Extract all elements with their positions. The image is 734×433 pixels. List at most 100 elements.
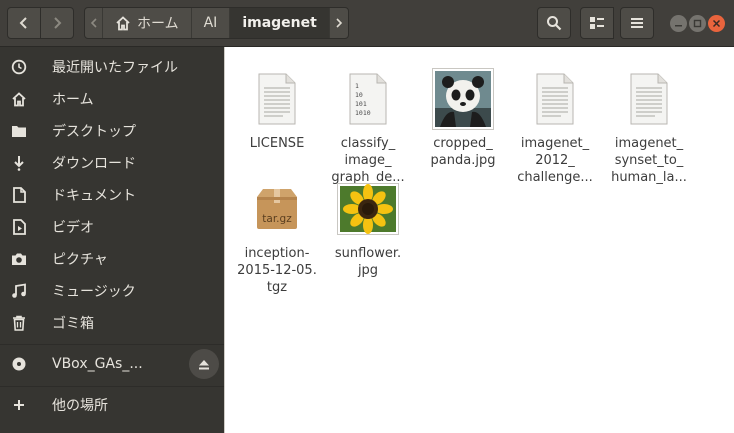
search-button[interactable]: [537, 7, 571, 39]
minimize-button[interactable]: [670, 15, 687, 32]
hamburger-menu-icon: [631, 18, 643, 28]
breadcrumb-imagenet[interactable]: imagenet: [230, 8, 330, 38]
view-options-button[interactable]: [580, 7, 614, 39]
file-name: imagenet_ 2012_ challenge...: [513, 135, 597, 186]
sidebar-item-recent[interactable]: 最近開いたファイル: [0, 51, 224, 83]
file-name-line: classify_: [340, 136, 396, 151]
file-name: sunflower. jpg: [326, 245, 410, 279]
chevron-left-icon: [19, 17, 27, 29]
breadcrumb-home-label: ホーム: [137, 16, 179, 32]
sidebar-item-label: ダウンロード: [52, 156, 136, 172]
sidebar-item-label: ビデオ: [52, 220, 94, 236]
svg-text:101: 101: [355, 100, 367, 108]
recent-icon: [10, 58, 28, 76]
scroll-left-icon: [90, 18, 97, 28]
back-button[interactable]: [7, 7, 41, 39]
sidebar-item-desktop[interactable]: デスクトップ: [0, 115, 224, 147]
file-name-line: 2015-12-05.: [237, 263, 317, 278]
file-name-line: cropped_: [433, 136, 493, 151]
sidebar: 最近開いたファイル ホーム デスクトップ ダウンロード ドキュメント ビデオ ピ…: [0, 47, 224, 433]
sidebar-item-label: VBox_GAs_...: [52, 356, 143, 372]
file-name: inception- 2015-12-05. tgz: [235, 245, 319, 296]
sidebar-item-videos[interactable]: ビデオ: [0, 211, 224, 243]
text-file-icon: [523, 67, 587, 131]
disc-icon: [10, 355, 28, 373]
maximize-icon: [693, 19, 702, 28]
sidebar-item-home[interactable]: ホーム: [0, 83, 224, 115]
file-name-line: sunflower.: [334, 246, 402, 261]
file-name: cropped_ panda.jpg: [421, 135, 505, 169]
file-name-line: image_: [344, 153, 392, 168]
sidebar-item-label: ゴミ箱: [52, 316, 94, 332]
sidebar-item-label: 最近開いたファイル: [52, 60, 178, 76]
download-icon: [10, 154, 28, 172]
file-name-line: human_la...: [611, 170, 687, 185]
file-item[interactable]: cropped_ panda.jpg: [421, 67, 505, 169]
breadcrumb-ai[interactable]: AI: [192, 8, 231, 38]
sidebar-item-label: 他の場所: [52, 398, 108, 414]
breadcrumb-scroll-left[interactable]: [85, 8, 103, 38]
sidebar-item-label: ミュージック: [52, 284, 136, 300]
close-button[interactable]: [708, 15, 725, 32]
file-name-line: tgz: [266, 280, 288, 295]
sidebar-item-downloads[interactable]: ダウンロード: [0, 147, 224, 179]
maximize-button[interactable]: [689, 15, 706, 32]
file-item[interactable]: LICENSE: [235, 67, 319, 152]
svg-text:1: 1: [355, 82, 359, 90]
file-item[interactable]: tar.gz inception- 2015-12-05. tgz: [235, 177, 319, 296]
file-name: imagenet_ synset_to_ human_la...: [607, 135, 691, 186]
file-name-line: imagenet_: [520, 136, 590, 151]
view-options-icon: [590, 17, 604, 29]
sidebar-item-music[interactable]: ミュージック: [0, 275, 224, 307]
sidebar-item-label: デスクトップ: [52, 124, 136, 140]
sidebar-item-label: ホーム: [52, 92, 94, 108]
menu-button[interactable]: [620, 7, 654, 39]
breadcrumb-imagenet-label: imagenet: [242, 15, 317, 31]
eject-icon: [199, 359, 209, 369]
camera-icon: [10, 250, 28, 268]
file-name-line: panda.jpg: [430, 153, 496, 168]
breadcrumb-scroll-right[interactable]: [330, 8, 348, 38]
file-name-line: LICENSE: [249, 136, 305, 151]
file-view: LICENSE 1 10 101 1010 classify_ image_ g…: [224, 47, 734, 433]
sunflower-thumbnail: [336, 177, 400, 241]
eject-button[interactable]: [189, 349, 219, 379]
text-file-icon: [617, 67, 681, 131]
file-item[interactable]: sunflower. jpg: [326, 177, 410, 279]
sidebar-item-label: ピクチャ: [52, 252, 108, 268]
header-bar: ホーム AI imagenet: [0, 0, 734, 47]
file-item[interactable]: 1 10 101 1010 classify_ image_ graph_de.…: [326, 67, 410, 186]
close-icon: [712, 19, 721, 28]
svg-text:10: 10: [355, 91, 363, 99]
sidebar-item-other-locations[interactable]: 他の場所: [0, 389, 224, 421]
scroll-right-icon: [336, 18, 342, 28]
binary-file-icon: 1 10 101 1010: [336, 67, 400, 131]
trash-icon: [10, 314, 28, 332]
sidebar-item-documents[interactable]: ドキュメント: [0, 179, 224, 211]
file-name-line: imagenet_: [614, 136, 684, 151]
svg-text:tar.gz: tar.gz: [262, 213, 292, 225]
file-name-line: challenge...: [517, 170, 593, 185]
breadcrumb-home[interactable]: ホーム: [103, 8, 192, 38]
sidebar-item-device[interactable]: VBox_GAs_...: [0, 348, 224, 380]
file-item[interactable]: imagenet_ synset_to_ human_la...: [607, 67, 691, 186]
minimize-icon: [675, 25, 682, 27]
file-name-line: inception-: [244, 246, 310, 261]
panda-thumbnail: [431, 67, 495, 131]
desktop-icon: [10, 122, 28, 140]
svg-text:1010: 1010: [355, 109, 371, 117]
archive-icon: tar.gz: [245, 177, 309, 241]
sidebar-item-trash[interactable]: ゴミ箱: [0, 307, 224, 339]
file-name-line: 2012_: [535, 153, 575, 168]
sidebar-divider: [0, 344, 224, 345]
forward-button[interactable]: [40, 7, 74, 39]
sidebar-item-pictures[interactable]: ピクチャ: [0, 243, 224, 275]
sidebar-divider: [0, 386, 224, 387]
plus-icon: [10, 396, 28, 414]
file-name-line: synset_to_: [614, 153, 684, 168]
file-item[interactable]: imagenet_ 2012_ challenge...: [513, 67, 597, 186]
home-icon: [116, 15, 130, 30]
breadcrumb: ホーム AI imagenet: [84, 7, 349, 39]
file-name-line: jpg: [357, 263, 379, 278]
chevron-right-icon: [54, 17, 62, 29]
